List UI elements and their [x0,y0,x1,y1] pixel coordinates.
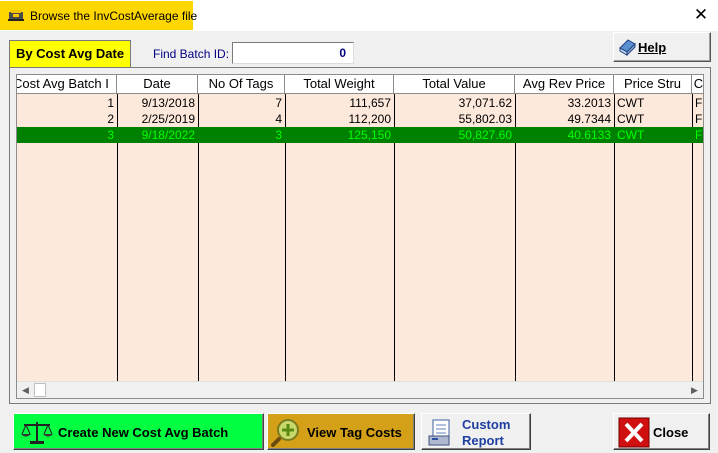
cell-c: F [695,96,703,110]
app-icon [8,10,24,21]
col-header-total-value[interactable]: Total Value [394,75,515,93]
cell-total-weight: 125,150 [347,128,391,142]
report-document-icon [428,419,450,446]
cell-date: 9/13/2018 [141,96,195,110]
cell-tags: 4 [275,112,282,126]
cell-date: 9/18/2022 [141,128,195,142]
cell-total-weight: 112,200 [348,112,392,126]
window-client-area: By Cost Avg Date Find Batch ID: Help Cos… [0,31,718,453]
cell-avg-rev-price: 33.2013 [567,96,611,110]
cell-avg-rev-price: 49.7344 [567,112,611,126]
table-row-selected[interactable]: 3 9/18/2022 3 125,150 50,827.60 40.6133 … [17,127,703,143]
close-button-label: Close [653,425,689,440]
close-x-icon [618,417,650,448]
col-header-price-stru[interactable]: Price Stru [614,75,692,93]
col-header-avg-rev-price[interactable]: Avg Rev Price [515,75,614,93]
help-button[interactable]: Help [613,32,711,62]
scales-icon [21,422,53,444]
cell-tags: 7 [275,96,282,110]
col-header-c[interactable]: C [692,75,703,93]
cell-price-stru: CWT [617,112,645,126]
custom-report-line2: Report [462,433,504,448]
cell-price-stru: CWT [617,128,645,142]
view-tag-costs-label: View Tag Costs [307,425,402,440]
col-header-batch-id[interactable]: Cost Avg Batch I [17,75,117,93]
title-bar: Browse the InvCostAverage file ✕ [0,0,718,31]
magnifier-plus-icon [271,419,299,447]
cell-batch-id: 1 [107,96,114,110]
cell-total-weight: 111,657 [349,96,391,110]
create-new-cost-avg-batch-button[interactable]: Create New Cost Avg Batch [13,413,264,450]
custom-report-button[interactable]: Custom Report [421,413,531,450]
find-batch-input[interactable] [232,42,354,64]
create-button-label: Create New Cost Avg Batch [58,425,229,440]
tab-by-cost-avg-date[interactable]: By Cost Avg Date [9,40,131,67]
help-book-icon [619,39,636,56]
col-header-tags[interactable]: No Of Tags [198,75,285,93]
scroll-left-icon[interactable]: ◀ [17,382,34,398]
cell-total-value: 50,827.60 [458,128,512,142]
scroll-thumb[interactable] [34,383,46,397]
table-row[interactable]: 2 2/25/2019 4 112,200 55,802.03 49.7344 … [17,111,703,127]
cell-batch-id: 2 [107,112,114,126]
cell-total-value: 37,071.62 [458,96,512,110]
find-batch-label: Find Batch ID: [153,47,230,61]
help-button-label: Help [638,40,667,55]
cell-c: F [695,128,703,142]
custom-report-line1: Custom [462,417,511,432]
view-tag-costs-button[interactable]: View Tag Costs [267,413,415,450]
scroll-right-icon[interactable]: ▶ [686,382,703,398]
cell-c: F [695,112,703,126]
close-button[interactable]: Close [613,413,710,450]
cell-batch-id: 3 [107,128,114,142]
cell-total-value: 55,802.03 [458,112,512,126]
col-header-date[interactable]: Date [117,75,198,93]
cell-tags: 3 [275,128,282,142]
table-row[interactable]: 1 9/13/2018 7 111,657 37,071.62 33.2013 … [17,95,703,111]
window-title: Browse the InvCostAverage file [30,9,198,23]
batch-grid[interactable]: Cost Avg Batch I Date No Of Tags Total W… [16,74,704,399]
cell-avg-rev-price: 40.6133 [567,128,611,142]
horizontal-scrollbar[interactable]: ◀ ▶ [17,381,703,398]
grid-panel: Cost Avg Batch I Date No Of Tags Total W… [9,67,711,404]
col-header-total-weight[interactable]: Total Weight [285,75,394,93]
cell-price-stru: CWT [617,96,645,110]
custom-report-label: Custom Report [462,417,510,449]
grid-header: Cost Avg Batch I Date No Of Tags Total W… [17,75,703,94]
cell-date: 2/25/2019 [141,112,195,126]
window-close-button[interactable]: ✕ [688,4,714,26]
